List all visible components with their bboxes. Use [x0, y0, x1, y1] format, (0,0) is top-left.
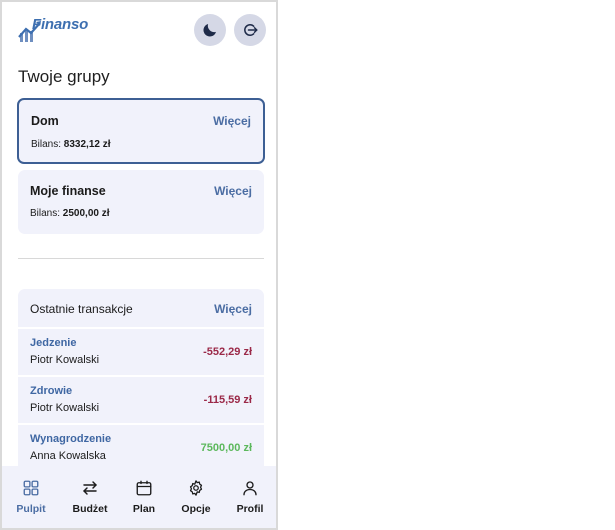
group-more-link[interactable]: Więcej — [213, 114, 251, 128]
transactions-title: Ostatnie transakcje — [30, 302, 133, 316]
transaction-category: Wynagrodzenie — [30, 433, 112, 445]
nav-item-opcje[interactable]: Opcje — [169, 466, 223, 528]
group-card-dom[interactable]: Dom Więcej Bilans: 8332,12 zł — [17, 98, 265, 164]
nav-label: Budżet — [72, 503, 108, 515]
group-name: Moje finanse — [30, 184, 106, 198]
balance-value: 8332,12 zł — [63, 139, 111, 150]
nav-label: Profil — [236, 503, 264, 515]
user-icon — [243, 481, 257, 496]
app-logo[interactable]: Finanso — [18, 15, 98, 45]
calendar-icon — [136, 480, 152, 496]
gear-icon — [189, 480, 203, 496]
group-name: Dom — [31, 114, 59, 128]
balance-label: Bilans: — [31, 139, 62, 150]
transaction-amount: -552,29 zł — [203, 346, 252, 358]
transaction-amount: 7500,00 zł — [200, 442, 252, 454]
group-card-moje-finanse[interactable]: Moje finanse Więcej Bilans: 2500,00 zł — [18, 170, 264, 234]
logout-button[interactable] — [234, 14, 266, 46]
nav-item-profil[interactable]: Profil — [223, 466, 276, 528]
transaction-person: Piotr Kowalski — [30, 354, 100, 366]
grid-icon — [23, 480, 39, 496]
phone-frame: Finanso Twoje grupy Dom Więcej Bilans: 8… — [0, 0, 278, 530]
nav-item-budzet[interactable]: Budżet — [63, 466, 117, 528]
nav-item-pulpit[interactable]: Pulpit — [4, 466, 58, 528]
nav-label: Plan — [132, 503, 156, 515]
group-more-link[interactable]: Więcej — [214, 184, 252, 198]
logout-icon — [244, 24, 258, 36]
transaction-row[interactable]: Wynagrodzenie Anna Kowalska 7500,00 zł — [18, 425, 264, 471]
transactions-more-link[interactable]: Więcej — [214, 302, 252, 316]
transaction-amount: -115,59 zł — [203, 394, 252, 406]
transaction-category: Zdrowie — [30, 385, 73, 397]
app-screen: Finanso Twoje grupy Dom Więcej Bilans: 8… — [2, 2, 276, 528]
group-balance: Bilans: 2500,00 zł — [30, 208, 110, 219]
transaction-row[interactable]: Jedzenie Piotr Kowalski -552,29 zł — [18, 329, 264, 375]
swap-arrows-icon — [83, 481, 97, 495]
transactions-header: Ostatnie transakcje Więcej — [18, 289, 264, 327]
transaction-category: Jedzenie — [30, 337, 77, 349]
app-logo-text: Finanso — [32, 16, 89, 33]
nav-item-plan[interactable]: Plan — [117, 466, 171, 528]
app-header: Finanso — [2, 2, 276, 62]
balance-label: Bilans: — [30, 208, 61, 219]
theme-toggle-button[interactable] — [194, 14, 226, 46]
nav-label: Opcje — [181, 503, 211, 515]
nav-label: Pulpit — [16, 503, 46, 515]
transaction-row[interactable]: Zdrowie Piotr Kowalski -115,59 zł — [18, 377, 264, 423]
balance-value: 2500,00 zł — [62, 208, 110, 219]
bottom-navigation: Pulpit Budżet Plan Opcje Profil — [2, 466, 276, 528]
moon-icon — [203, 24, 216, 37]
groups-title: Twoje grupy — [18, 67, 110, 86]
transaction-person: Piotr Kowalski — [30, 402, 100, 414]
section-divider — [18, 258, 264, 259]
group-balance: Bilans: 8332,12 zł — [31, 139, 111, 150]
transaction-person: Anna Kowalska — [30, 450, 106, 462]
